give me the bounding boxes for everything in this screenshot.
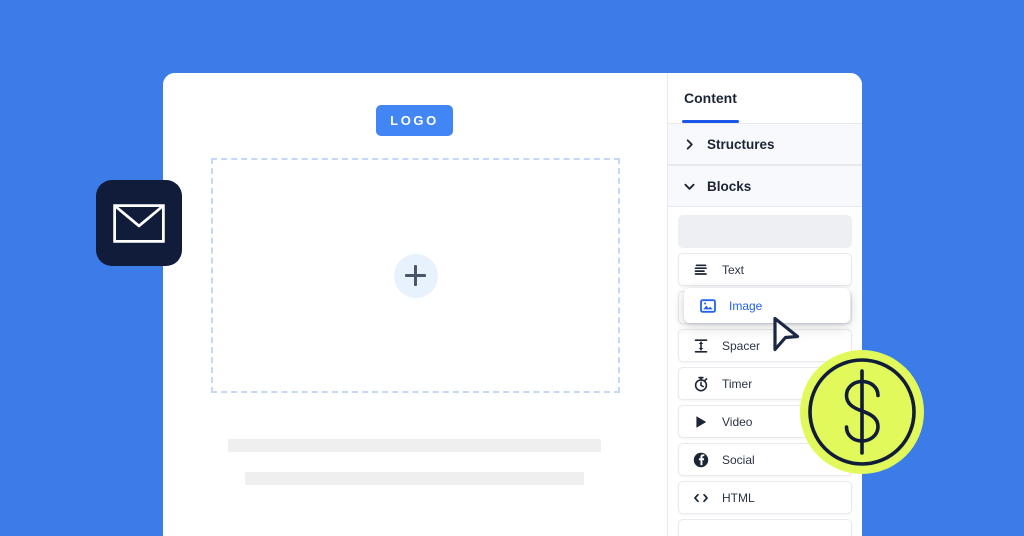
block-item-html[interactable]: HTML [678, 481, 852, 514]
block-label: HTML [722, 490, 755, 505]
section-blocks[interactable]: Blocks [668, 165, 862, 207]
envelope-icon [113, 203, 165, 243]
empty-block-slot [678, 215, 852, 248]
block-item-text[interactable]: Text [678, 253, 852, 286]
plus-icon-vertical [414, 265, 417, 286]
image-icon [700, 298, 716, 314]
tab-content[interactable]: Content [682, 73, 739, 123]
add-block-button[interactable] [393, 253, 438, 298]
mail-badge [96, 180, 182, 266]
drag-ghost-label: Image [729, 298, 763, 313]
block-label: Spacer [722, 338, 761, 353]
text-placeholder-bar [245, 472, 584, 485]
logo-badge: LOGO [376, 105, 453, 136]
section-label-structures: Structures [707, 136, 775, 152]
arrow-cursor-icon [773, 316, 800, 352]
play-triangle-icon [693, 414, 709, 430]
dollar-coin-badge [800, 350, 924, 474]
facebook-icon [693, 452, 709, 468]
chevron-right-icon [686, 138, 693, 150]
section-structures[interactable]: Structures [668, 123, 862, 165]
section-label-blocks: Blocks [707, 178, 752, 194]
sidebar-tabs: Content [668, 73, 862, 123]
stopwatch-icon [693, 376, 709, 392]
drag-ghost-image-block[interactable]: Image [684, 288, 850, 323]
block-label: Timer [722, 376, 753, 391]
block-label: Video [722, 414, 753, 429]
chevron-down-icon [684, 183, 695, 190]
vertical-arrows-icon [693, 338, 709, 354]
email-canvas[interactable]: LOGO [163, 73, 667, 536]
code-brackets-icon [693, 490, 709, 506]
block-item-partial[interactable] [678, 519, 852, 536]
text-lines-icon [693, 262, 709, 278]
text-placeholder-bar [228, 439, 601, 452]
block-label: Text [722, 262, 745, 277]
block-label: Social [722, 452, 755, 467]
app-window: LOGO Content Structures Blocks Text Spac… [163, 73, 862, 536]
image-dropzone[interactable] [211, 158, 620, 393]
